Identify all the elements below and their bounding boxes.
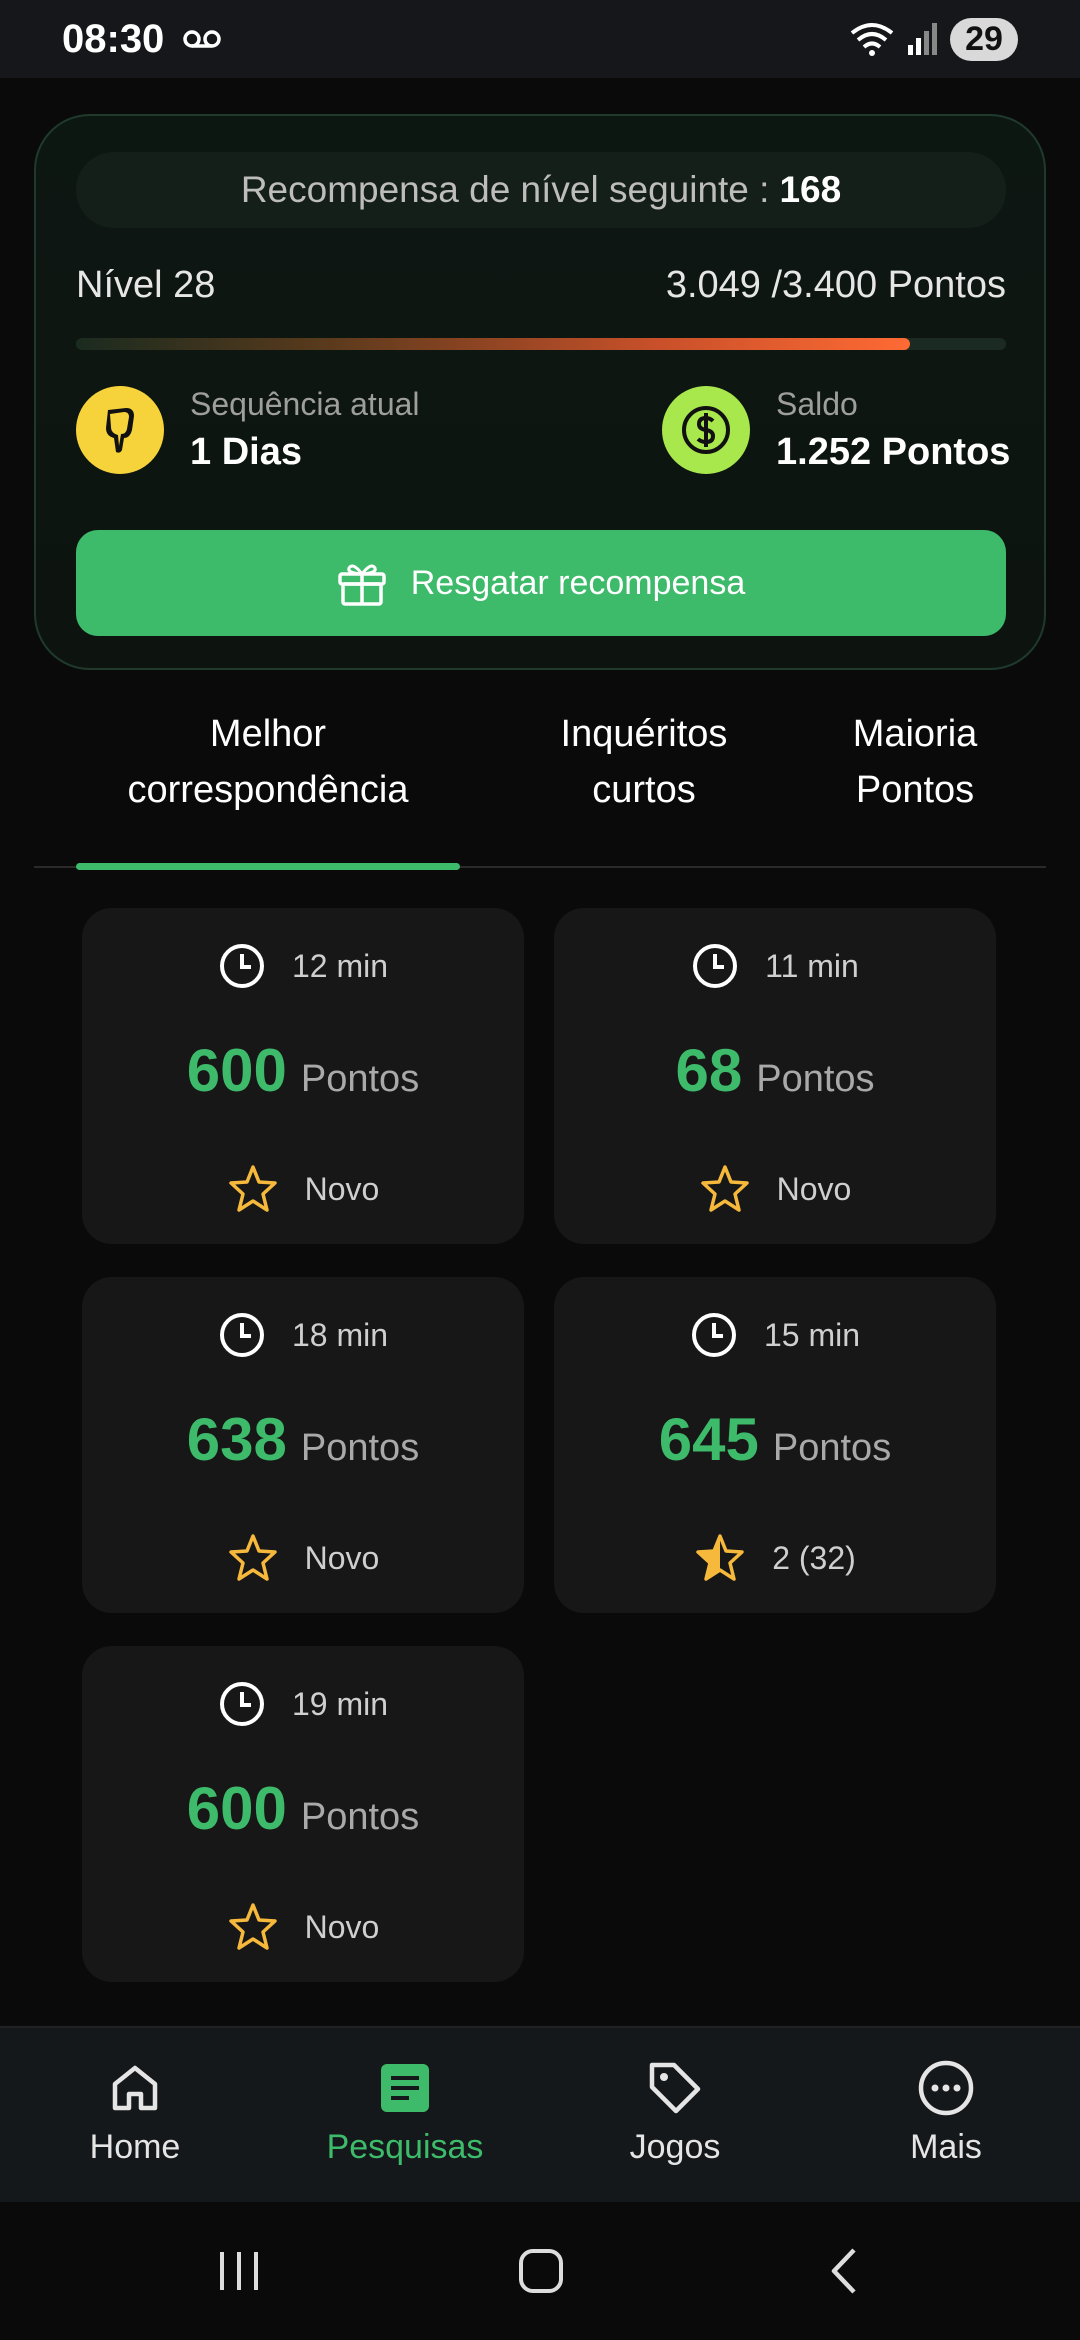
gift-icon [337,564,386,606]
streak-value: 1 Dias [190,431,302,473]
recent-apps-icon[interactable] [214,2246,264,2296]
survey-card[interactable]: 15 min 645 Pontos 2 (32) [554,1277,996,1613]
redeem-reward-button[interactable]: Resgatar recompensa [76,530,1006,636]
next-level-reward-banner: Recompensa de nível seguinte : 168 [76,152,1006,228]
level-progress-fill [76,338,911,350]
voicemail-icon [183,30,222,48]
survey-card[interactable]: 19 min 600 Pontos Novo [82,1646,524,1982]
clock-icon [219,944,264,988]
survey-points: 600 [186,1775,287,1842]
dollar-icon [662,386,750,474]
level-progress-bar [76,338,1006,350]
survey-points-unit: Pontos [300,1796,420,1838]
status-bar: 08:30 29 [0,0,1080,78]
star-outline-icon [228,1165,277,1212]
survey-time: 12 min [291,947,389,984]
star-outline-icon [228,1903,277,1950]
nav-games-label: Jogos [629,2128,721,2166]
tab-short-surveys-line2: curtos [592,769,696,811]
clock-icon [219,1682,264,1726]
bottom-navigation: Home Pesquisas Jogos Mais [0,2026,1080,2204]
nav-more-label: Mais [910,2128,982,2166]
survey-points-unit: Pontos [300,1427,420,1469]
level-label: Nível 28 [76,264,216,306]
tab-short-surveys-line1: Inquéritos [560,713,728,755]
survey-card[interactable]: 12 min 600 Pontos Novo [82,908,524,1244]
survey-points: 645 [658,1406,759,1473]
survey-points: 638 [186,1406,287,1473]
survey-time: 18 min [291,1316,389,1353]
redeem-label: Resgatar recompensa [410,563,746,602]
clock-icon [691,1313,736,1357]
status-time: 08:30 [62,16,165,61]
nav-home-label: Home [89,2128,181,2166]
survey-points-unit: Pontos [756,1058,875,1100]
survey-tabs: Melhor correspondência Inquéritos curtos… [34,700,1046,870]
nav-more[interactable]: Mais [846,2058,1046,2167]
survey-rating: 2 (32) [772,1539,856,1576]
balance-stat: Saldo 1.252 Pontos [662,386,1010,474]
wifi-icon [850,23,894,56]
streak-icon [76,386,164,474]
survey-rating: Novo [304,1539,380,1576]
balance-label: Saldo [776,386,858,422]
level-progress-card: Recompensa de nível seguinte : 168 Nível… [34,114,1046,670]
survey-rating: Novo [776,1170,852,1207]
active-tab-indicator [76,863,460,870]
survey-points: 68 [675,1037,743,1104]
reward-label: Recompensa de nível seguinte : [240,169,770,210]
survey-points: 600 [186,1037,287,1104]
tab-best-match-line2: correspondência [127,769,409,811]
home-icon [112,2065,158,2111]
points-progress: 3.049 /3.400 Pontos [665,264,1006,306]
tab-most-points-line2: Pontos [855,769,975,811]
star-half-icon [696,1534,744,1581]
home-button-icon[interactable] [516,2246,566,2296]
survey-points-unit: Pontos [772,1427,892,1469]
tab-short-surveys[interactable]: Inquéritos curtos [494,706,794,818]
battery-indicator: 29 [950,17,1018,61]
nav-home[interactable]: Home [35,2058,235,2167]
survey-points-unit: Pontos [300,1058,420,1100]
survey-card[interactable]: 11 min 68 Pontos Novo [554,908,996,1244]
nav-surveys[interactable]: Pesquisas [305,2058,505,2167]
survey-time: 19 min [291,1685,389,1722]
nav-surveys-label: Pesquisas [326,2128,484,2166]
star-outline-icon [228,1534,277,1581]
back-icon[interactable] [820,2246,870,2296]
star-outline-icon [700,1165,749,1212]
tab-most-points-line1: Maioria [852,713,978,755]
more-icon [918,2060,974,2116]
balance-value: 1.252 Pontos [776,431,1011,473]
clock-icon [219,1313,264,1357]
survey-time: 15 min [763,1316,861,1353]
survey-time: 11 min [765,947,859,984]
streak-stat: Sequência atual 1 Dias [76,386,420,474]
tag-icon [649,2062,701,2114]
reward-value: 168 [779,169,842,210]
tab-most-points[interactable]: Maioria Pontos [810,706,1020,818]
surveys-icon [381,2064,429,2112]
clock-icon [693,944,738,988]
survey-rating: Novo [304,1908,380,1945]
survey-card[interactable]: 18 min 638 Pontos Novo [82,1277,524,1613]
tab-best-match-line1: Melhor [209,713,327,755]
signal-icon [908,23,937,55]
system-navigation-bar [0,2202,1080,2340]
survey-rating: Novo [304,1170,380,1207]
streak-label: Sequência atual [190,386,420,422]
tab-best-match[interactable]: Melhor correspondência [76,706,460,818]
nav-games[interactable]: Jogos [575,2058,775,2167]
